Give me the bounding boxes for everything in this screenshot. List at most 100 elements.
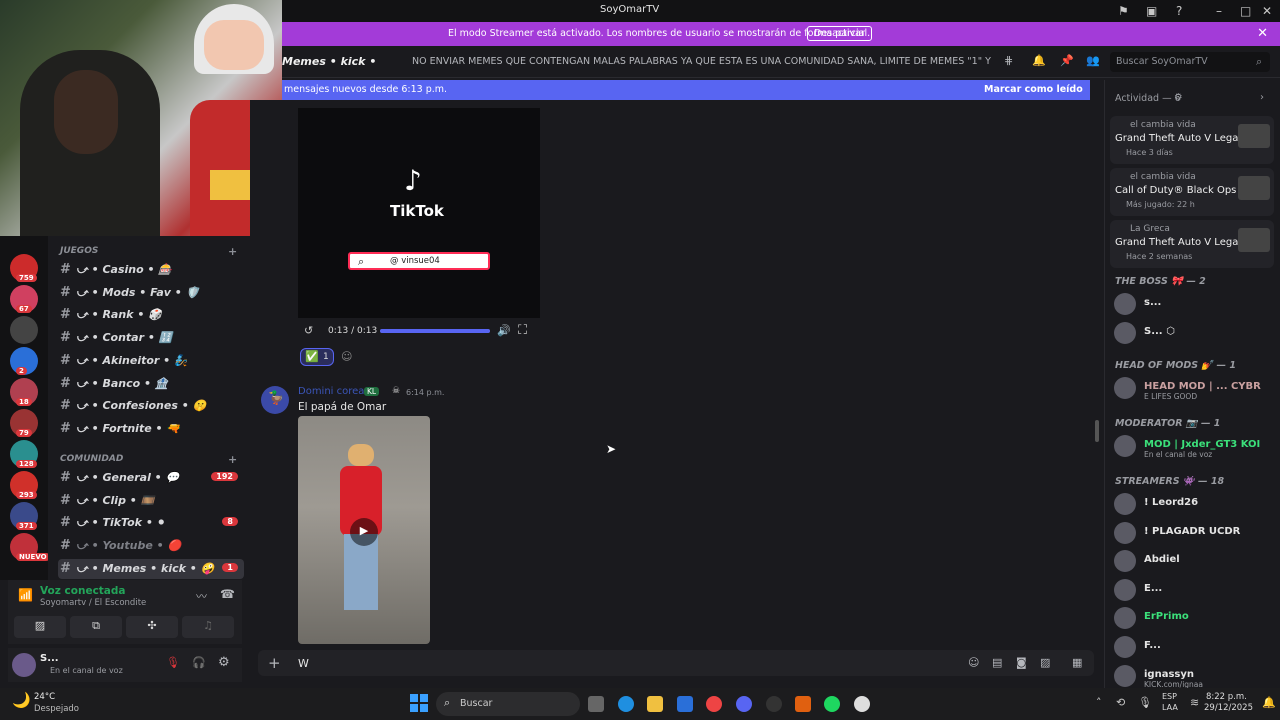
channel-item[interactable]: # ⤻ • Mods • Fav • 🛡️ [58,283,244,303]
microphone-icon[interactable]: 🎙 [1138,696,1152,709]
windows-start-icon[interactable] [410,694,428,712]
spotify-icon[interactable] [824,696,840,712]
pin-icon[interactable]: 📌 [1060,54,1074,67]
discord-icon[interactable] [736,696,752,712]
search-input[interactable]: Buscar SoyOmarTV [1110,52,1270,72]
clock-time[interactable]: 8:22 p.m. [1206,692,1247,702]
task-view-icon[interactable] [588,696,604,712]
reaction-check[interactable]: ✅ 1 [300,348,334,366]
screen-icon[interactable]: ▣ [1146,4,1157,18]
deactivate-button[interactable]: Desactivar [807,26,872,41]
member-row[interactable]: s... [1114,291,1274,317]
channel-item[interactable]: # ⤻ • Fortnite • 🔫 [58,419,244,439]
taskbar-search[interactable]: ⌕ Buscar [436,692,580,716]
channel-item[interactable]: # ⤻ • Clip • 🎞️ [58,491,244,511]
channel-item[interactable]: # ⤻ • Casino • 🎰 [58,260,244,280]
member-row[interactable]: F... [1114,634,1274,660]
category-comunidad[interactable]: COMUNIDAD + [60,453,237,466]
server-icon[interactable]: 67 [10,285,38,313]
bell-icon[interactable]: 🔔 [1032,54,1046,67]
close-banner-icon[interactable]: ✕ [1257,26,1268,41]
video-progress-bar[interactable] [380,329,490,333]
edge-icon[interactable] [618,696,634,712]
channel-item[interactable]: # ⤻ • Youtube • 🔴 [58,536,244,556]
channel-item[interactable]: # ⤻ • Banco • 🏦 [58,374,244,394]
channel-topic[interactable]: NO ENVIAR MEMES QUE CONTENGAN MALAS PALA… [412,56,992,67]
chevron-right-icon[interactable]: › [1260,92,1264,103]
member-row[interactable]: S... ⬡ [1114,320,1274,346]
sticker-icon[interactable]: ◙ [1016,656,1027,669]
chat-scrollbar[interactable] [1095,420,1099,442]
members-icon[interactable]: 👥 [1086,54,1100,67]
server-icon[interactable]: 759 [10,254,38,282]
avatar[interactable] [12,653,36,677]
member-row[interactable]: HEAD MOD | ... CYBR E LIFES GOOD [1114,375,1274,401]
video-attachment[interactable]: ▶ [298,416,430,644]
obs-icon[interactable] [766,696,782,712]
new-messages-bar[interactable]: mensajes nuevos desde 6:13 p.m. Marcar c… [282,80,1090,100]
threads-icon[interactable]: ⋕ [1004,54,1013,67]
emoji-icon[interactable]: ☺ [968,656,979,669]
chevron-up-icon[interactable]: ˄ [1096,696,1102,709]
minimize-icon[interactable]: – [1216,4,1222,18]
activity-card[interactable]: La Greca Grand Theft Auto V Legacy Hace 2 … [1110,220,1274,268]
notification-bell-icon[interactable]: 🔔 [1262,696,1276,709]
server-icon[interactable]: 79 [10,409,38,437]
gif-icon[interactable]: ▤ [992,656,1002,669]
add-channel-icon[interactable]: + [228,245,237,258]
activity-card[interactable]: el cambia vida Call of Duty® Black Ops 7 M… [1110,168,1274,216]
member-row[interactable]: ignassyn KICK.com/ignaa [1114,663,1274,689]
mark-read-button[interactable]: Marcar como leído [984,84,1083,95]
attach-plus-icon[interactable]: + [268,654,281,672]
message-input[interactable]: W [298,657,309,670]
channel-item[interactable]: # ⤻ • Akineitor • 🧞 [58,351,244,371]
member-row[interactable]: Abdiel [1114,548,1274,574]
message-composer[interactable]: + W ☺ ▤ ◙ ▨ ▦ [258,650,1094,676]
volume-icon[interactable]: 🔊 [497,324,511,337]
chrome-icon[interactable] [706,696,722,712]
server-icon[interactable] [10,316,38,344]
channel-item[interactable]: # ⤻ • General • 💬 192 [58,468,244,488]
play-icon[interactable]: ▶ [350,518,378,546]
noise-suppression-icon[interactable]: 〰 [196,588,207,604]
server-icon[interactable]: NUEVO [10,533,50,561]
tiktok-video-embed[interactable]: ♪ TikTok ⌕ @ vinsue04 [298,108,540,318]
server-icon[interactable]: 18 [10,378,38,406]
channel-item[interactable]: # ⤻ • Rank • 🎲 [58,305,244,325]
activities-button[interactable]: ✣ [126,616,178,638]
server-icon[interactable]: 293 [10,471,38,499]
language-code[interactable]: ESP [1162,692,1177,701]
fullscreen-icon[interactable]: ⛶ [518,323,527,338]
settings-gear-icon[interactable]: ⚙ [218,655,230,670]
category-juegos[interactable]: JUEGOS + [60,245,237,258]
add-reaction-icon[interactable]: ☺ [341,350,352,363]
disconnect-icon[interactable]: ☎ [220,587,235,601]
avatar[interactable]: 🦆 [261,386,289,414]
wifi-icon[interactable]: ≋ [1190,696,1199,709]
steam-icon[interactable] [854,696,870,712]
apps-icon[interactable]: ▦ [1072,656,1082,669]
vlc-icon[interactable] [795,696,811,712]
channel-item[interactable]: # ⤻ • Memes • kick • 🤪 1 [58,558,244,579]
activity-card[interactable]: el cambia vida Grand Theft Auto V Legacy H… [1110,116,1274,164]
member-row[interactable]: E... [1114,577,1274,603]
voice-location[interactable]: Soyomartv / El Escondite [40,598,146,608]
deafened-icon[interactable]: 🎧 [192,656,206,669]
file-explorer-icon[interactable] [647,696,663,712]
channel-item[interactable]: # ⤻ • Contar • 🔢 [58,328,244,348]
inbox-icon[interactable]: ⚑ [1118,4,1129,18]
settings-gear-icon[interactable]: ⚙ [1174,92,1183,103]
member-row[interactable]: ErPrimo [1114,605,1274,631]
camera-off-button[interactable]: ▨ [14,616,66,638]
screenshare-button[interactable]: ⧉ [70,616,122,638]
channel-item[interactable]: # ⤻ • TikTok • ⚫ 8 [58,513,244,533]
soundboard-button[interactable]: ♫ [182,616,234,638]
mic-muted-icon[interactable]: 🎙 [166,656,180,669]
member-row[interactable]: ! PLAGADR UCDR [1114,520,1274,546]
server-icon[interactable]: 128 [10,440,38,468]
message-author[interactable]: Domini corea [298,386,364,397]
maximize-icon[interactable]: □ [1240,4,1251,18]
help-icon[interactable]: ? [1176,4,1182,18]
member-row[interactable]: ! Leord26 [1114,491,1274,517]
weather-icon[interactable]: 🌙 [12,691,31,709]
